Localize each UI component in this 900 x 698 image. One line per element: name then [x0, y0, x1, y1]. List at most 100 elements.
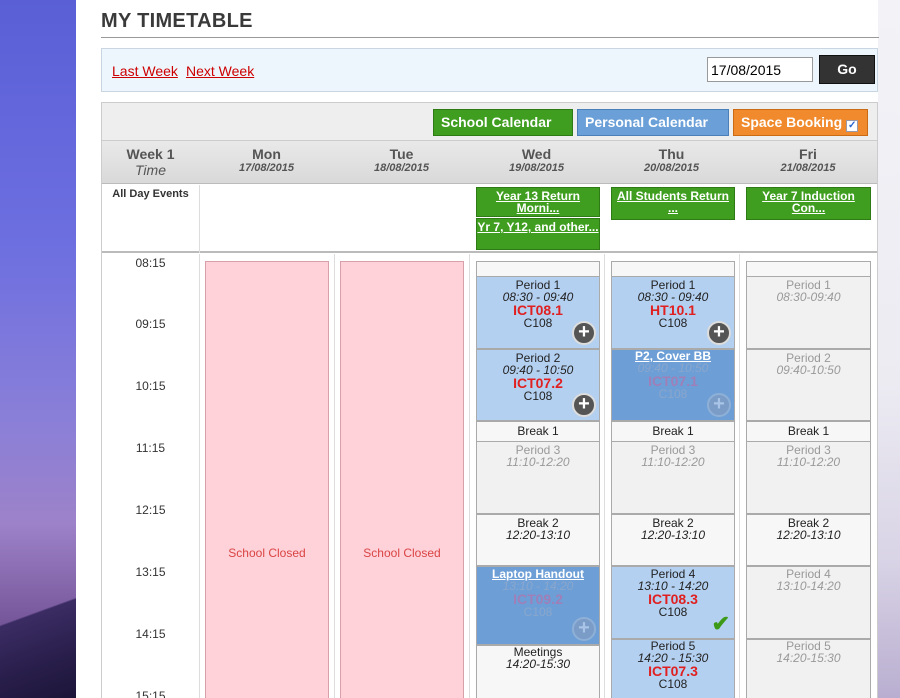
break-time: 12:20-13:10: [776, 528, 841, 542]
period-time: 08:30-09:40: [776, 290, 841, 304]
space-booking-label: Space Booking: [741, 114, 843, 130]
break-1-fri: Break 1: [746, 421, 871, 442]
class-code: ICT07.1: [648, 373, 698, 389]
period-time: 09:40-10:50: [776, 363, 841, 377]
date-input[interactable]: [707, 57, 813, 82]
period-2-fri: Period 2 09:40-10:50: [746, 349, 871, 421]
background-left: [0, 0, 76, 698]
class-code: HT10.1: [650, 302, 696, 318]
period-time: 11:10-12:20: [641, 455, 705, 469]
day-name: Wed: [521, 146, 552, 162]
day-header-fri: Fri 21/08/2015: [739, 146, 877, 174]
column-divider: [604, 254, 605, 698]
column-divider: [739, 254, 740, 698]
go-button[interactable]: Go: [819, 55, 875, 84]
all-day-label: All Day Events: [112, 188, 189, 200]
column-divider: [334, 254, 335, 698]
class-code: ICT07.3: [648, 663, 698, 679]
calendar-legend: School Calendar✓ Personal Calendar✓ Spac…: [102, 103, 877, 157]
day-header-thu: Thu 20/08/2015: [604, 146, 739, 174]
break-1-thu: Break 1: [611, 421, 735, 442]
time-label-0815: 08:15: [135, 256, 166, 270]
period-time: 14:20-15:30: [505, 657, 571, 671]
period-2-wed[interactable]: Period 2 09:40 - 10:50 ICT07.2 C108 +: [476, 349, 600, 421]
checkmark-icon: ✔: [711, 611, 730, 636]
day-name: Tue: [389, 146, 414, 162]
title-divider: [101, 37, 879, 38]
period-1-fri: Period 1 08:30-09:40: [746, 276, 871, 349]
time-label: Time: [135, 162, 166, 178]
week-header: Week 1 Time: [102, 146, 199, 178]
add-icon[interactable]: +: [572, 617, 596, 641]
time-label-1315: 13:15: [135, 565, 166, 579]
all-day-events-row: All Day Events Year 13 Return Morni... Y…: [102, 185, 877, 253]
laptop-handout-event[interactable]: Laptop Handout 13:10 - 14:20 ICT09.2 C10…: [476, 566, 600, 645]
all-day-event[interactable]: Yr 7, Y12, and other...: [476, 218, 600, 250]
break-1-wed: Break 1: [476, 421, 600, 442]
mountain-decor: [0, 558, 76, 698]
day-header-tue: Tue 18/08/2015: [334, 146, 469, 174]
next-week-link[interactable]: Next Week: [186, 63, 254, 79]
period-3-thu: Period 3 11:10-12:20: [611, 441, 735, 514]
time-label-0915: 09:15: [135, 317, 166, 331]
meetings-wed[interactable]: Meetings 14:20-15:30: [476, 645, 600, 698]
room: C108: [658, 677, 688, 691]
day-date: 21/08/2015: [780, 162, 836, 174]
school-closed-mon: School Closed: [205, 261, 329, 698]
add-icon[interactable]: +: [572, 393, 596, 417]
break-time: 12:20-13:10: [505, 528, 571, 542]
school-closed-tue: School Closed: [340, 261, 464, 698]
period-4-thu[interactable]: Period 4 13:10 - 14:20 ICT08.3 C108 ✔: [611, 566, 735, 639]
all-day-event[interactable]: Year 13 Return Morni...: [476, 187, 600, 217]
background-right: [878, 0, 900, 698]
period-time: 14:20-15:30: [776, 651, 841, 665]
break-time: 12:20-13:10: [640, 528, 706, 542]
period-1-wed[interactable]: Period 1 08:30 - 09:40 ICT08.1 C108 +: [476, 276, 600, 349]
column-divider: [199, 254, 200, 698]
day-date: 17/08/2015: [238, 162, 295, 174]
day-header-mon: Mon 17/08/2015: [199, 146, 334, 174]
time-label-1415: 14:15: [135, 627, 166, 641]
day-date: 18/08/2015: [373, 162, 430, 174]
add-icon[interactable]: +: [707, 393, 731, 417]
period-time: 11:10-12:20: [506, 455, 570, 469]
checkbox-icon[interactable]: ✓: [846, 120, 859, 132]
period-4-fri: Period 4 13:10-14:20: [746, 566, 871, 639]
break-2-wed: Break 2 12:20-13:10: [476, 514, 600, 566]
class-code: ICT09.2: [513, 591, 563, 607]
all-day-event[interactable]: Year 7 Induction Con...: [746, 187, 871, 220]
class-code: ICT08.1: [513, 302, 563, 318]
day-name: Fri: [799, 146, 817, 162]
add-icon[interactable]: +: [572, 321, 596, 345]
break-2-fri: Break 2 12:20-13:10: [746, 514, 871, 566]
week-label: Week 1: [126, 146, 175, 162]
period-3-wed: Period 3 11:10-12:20: [476, 441, 600, 514]
period-5-fri: Period 5 14:20-15:30: [746, 639, 871, 698]
space-booking-toggle[interactable]: Space Booking ✓: [733, 109, 868, 136]
class-code: ICT08.3: [648, 591, 698, 607]
pre-period-slot: [611, 261, 735, 277]
day-date: 19/08/2015: [508, 162, 565, 174]
period-1-thu[interactable]: Period 1 08:30 - 09:40 HT10.1 C108 +: [611, 276, 735, 349]
last-week-link[interactable]: Last Week: [112, 63, 178, 79]
personal-calendar-label: Personal Calendar: [585, 114, 708, 130]
personal-calendar-toggle[interactable]: Personal Calendar✓: [577, 109, 729, 157]
cover-event-thu[interactable]: P2, Cover BB 09:40 - 10:50 ICT07.1 C108 …: [611, 349, 735, 421]
period-time: 13:10-14:20: [776, 579, 841, 593]
period-5-thu[interactable]: Period 5 14:20 - 15:30 ICT07.3 C108 +: [611, 639, 735, 698]
day-name: Thu: [658, 146, 685, 162]
page-title: MY TIMETABLE: [101, 10, 253, 32]
time-label-1115: 11:15: [135, 441, 166, 455]
column-divider: [199, 185, 200, 253]
pre-period-slot: [476, 261, 600, 277]
add-icon[interactable]: +: [707, 321, 731, 345]
day-date: 20/08/2015: [643, 162, 700, 174]
timetable-panel: School Calendar✓ Personal Calendar✓ Spac…: [101, 102, 878, 698]
school-calendar-toggle[interactable]: School Calendar✓: [433, 109, 573, 157]
week-nav-bar: Last Week Next Week Go: [101, 48, 878, 92]
pre-period-slot: [746, 261, 871, 277]
time-label-1215: 12:15: [135, 503, 166, 517]
all-day-event[interactable]: All Students Return ...: [611, 187, 735, 220]
column-divider: [469, 254, 470, 698]
period-3-fri: Period 3 11:10-12:20: [746, 441, 871, 514]
